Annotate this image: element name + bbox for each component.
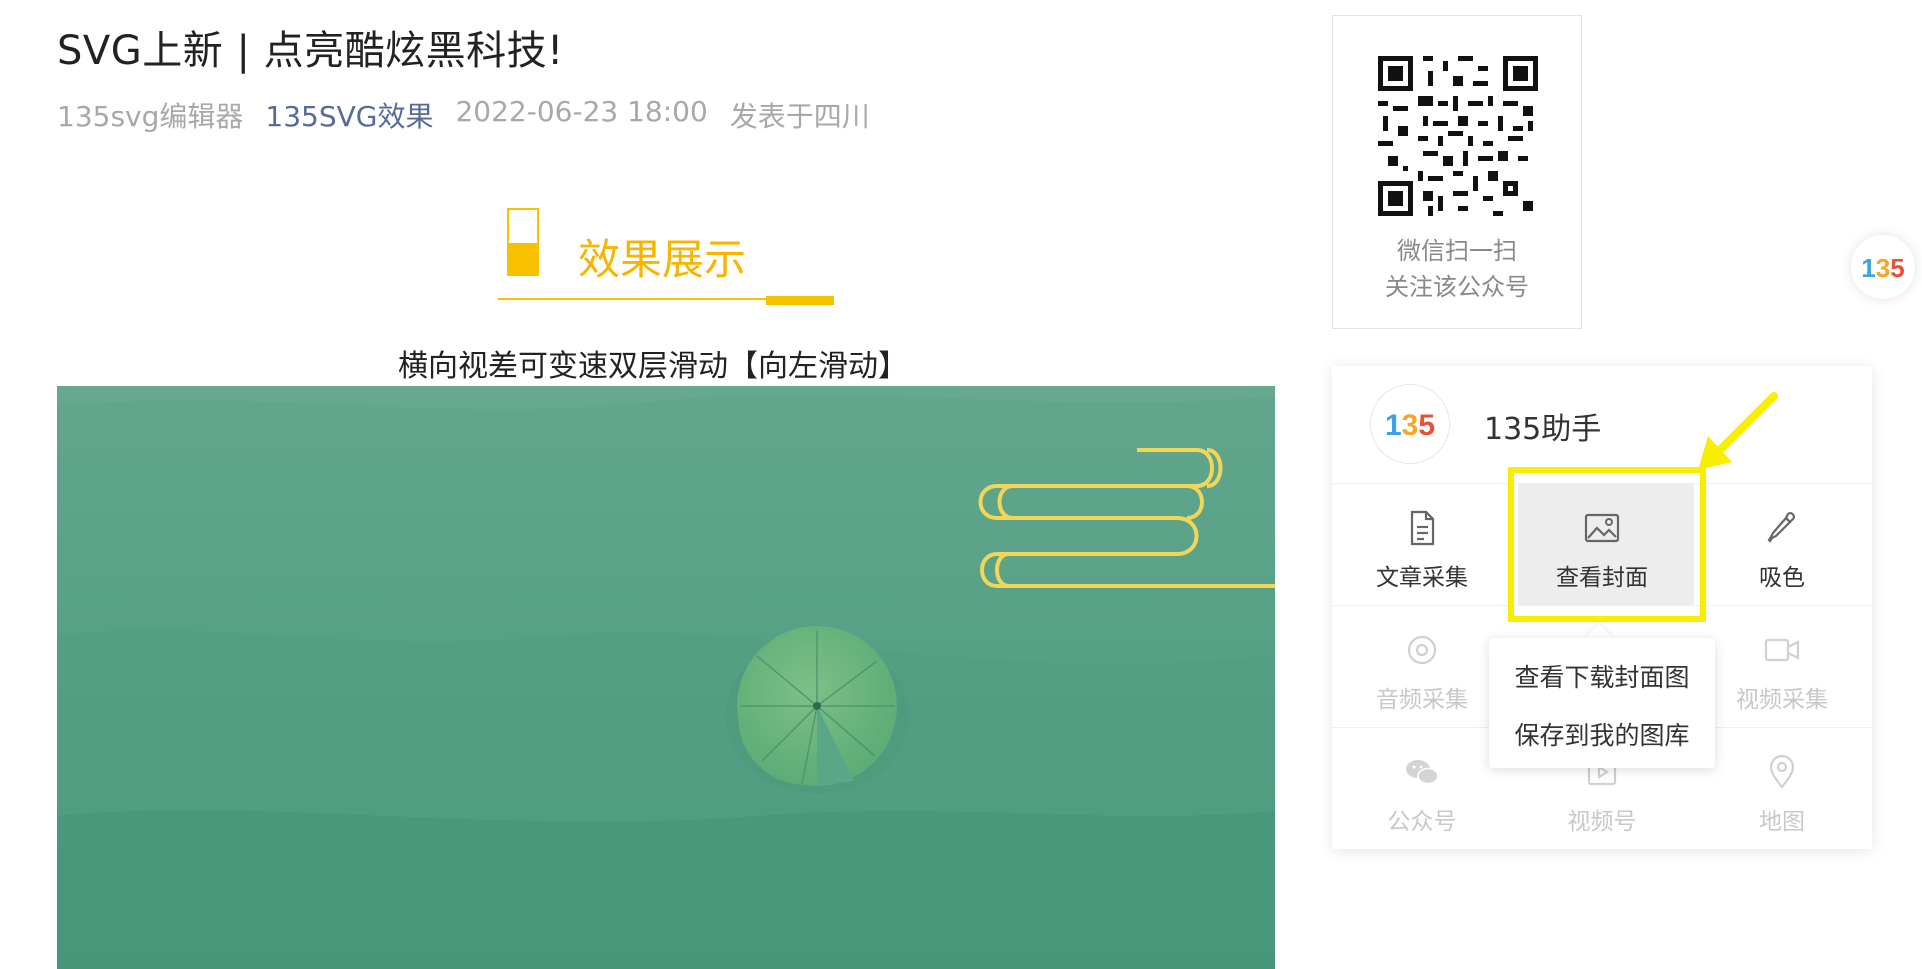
helper-logo: 135: [1370, 384, 1450, 464]
tool-label: 地图: [1759, 809, 1805, 835]
qr-caption-line2: 关注该公众号: [1385, 273, 1529, 301]
svg-text:135: 135: [1861, 253, 1904, 283]
tool-color-picker[interactable]: 吸色: [1702, 508, 1862, 592]
publish-datetime: 2022-06-23 18:00: [455, 95, 708, 128]
qr-caption-line1: 微信扫一扫: [1397, 237, 1517, 265]
qr-code-image: [1378, 56, 1538, 216]
article-subtitle: 横向视差可变速双层滑动【向左滑动】: [398, 349, 908, 384]
annotation-highlight-box: [1508, 467, 1706, 622]
map-pin-icon: [1769, 754, 1795, 789]
wechat-icon: [1406, 760, 1439, 785]
tool-audio-collect[interactable]: 音频采集: [1342, 630, 1502, 714]
logo-135-icon: 135: [1385, 409, 1435, 442]
author-name: 135svg编辑器: [57, 100, 244, 133]
section-underline-accent: [766, 296, 834, 305]
svg-text:135: 135: [1385, 409, 1435, 442]
tool-video-collect[interactable]: 视频采集: [1702, 630, 1862, 714]
account-link[interactable]: 135SVG效果: [265, 95, 433, 135]
section-heading-icon: [507, 208, 539, 276]
article-meta: 135svg编辑器 135SVG效果 2022-06-23 18:00 发表于四…: [57, 95, 870, 135]
article-hero-image[interactable]: [57, 386, 1275, 969]
qr-caption: 微信扫一扫 关注该公众号: [1332, 233, 1582, 305]
tool-map[interactable]: 地图: [1702, 752, 1862, 836]
tool-label: 音频采集: [1376, 687, 1468, 713]
section-title: 效果展示: [578, 235, 747, 284]
tool-article-collect[interactable]: 文章采集: [1342, 508, 1502, 592]
tool-official-account[interactable]: 公众号: [1342, 752, 1502, 836]
eyedropper-icon: [1767, 512, 1795, 543]
tool-label: 吸色: [1759, 565, 1805, 591]
helper-title: 135助手: [1484, 412, 1602, 447]
tool-label: 文章采集: [1376, 565, 1468, 591]
popup-item-save-to-gallery[interactable]: 保存到我的图库: [1489, 716, 1715, 752]
annotation-arrow-icon: [1698, 392, 1778, 470]
tool-label: 视频采集: [1736, 687, 1828, 713]
article-title: SVG上新 | 点亮酷炫黑科技!: [57, 28, 564, 74]
floating-135-button[interactable]: 135: [1851, 235, 1915, 299]
audio-icon: [1407, 635, 1437, 665]
publish-location: 发表于四川: [729, 100, 870, 133]
tool-label: 视频号: [1567, 809, 1637, 835]
video-icon: [1764, 638, 1800, 662]
document-icon: [1410, 510, 1435, 546]
tool-label: 公众号: [1387, 809, 1457, 835]
logo-135-icon: 135: [1861, 253, 1904, 283]
popup-item-download-cover[interactable]: 查看下载封面图: [1489, 658, 1715, 694]
